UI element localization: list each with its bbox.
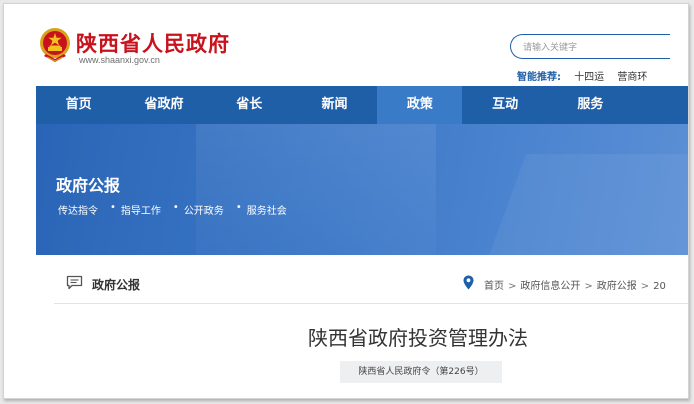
banner-title: 政府公报: [56, 176, 121, 195]
bullet-dot: •: [110, 202, 116, 213]
banner-link: 公开政务: [183, 206, 224, 217]
breadcrumb-separator: >: [640, 281, 650, 292]
site-title[interactable]: 陕西省人民政府: [76, 28, 230, 58]
banner-link: 服务社会: [246, 206, 287, 217]
nav-item-governor[interactable]: 省长: [207, 86, 292, 124]
breadcrumb-bar: 政府公报 首页 > 政府信息公开 > 政府公报 >20: [54, 262, 688, 304]
bullet-dot: •: [235, 202, 242, 213]
breadcrumb-link[interactable]: 政府信息公开: [520, 281, 580, 292]
smart-recommend: 智能推荐: 十四运 营商环: [517, 68, 647, 83]
nav-item-service[interactable]: 服务: [548, 86, 633, 124]
nav-item-government[interactable]: 省政府: [121, 86, 206, 124]
main-nav: 首页 省政府 省长 新闻 政策 互动 服务: [36, 86, 688, 124]
breadcrumb-separator: >: [584, 281, 593, 292]
banner-links: 传达指令 • 指导工作 • 公开政务 • 服务社会: [58, 202, 299, 217]
search-input[interactable]: [523, 37, 663, 59]
banner-link: 指导工作: [120, 206, 161, 217]
browser-viewport: 陕西省人民政府 www.shaanxi.gov.cn 智能推荐: 十四运 营商环…: [3, 3, 689, 399]
smart-recommend-label: 智能推荐:: [517, 72, 561, 83]
breadcrumb-link[interactable]: 20: [653, 281, 666, 292]
site-header: 陕西省人民政府 www.shaanxi.gov.cn 智能推荐: 十四运 营商环: [4, 4, 688, 86]
article-title: 陕西省政府投资管理办法: [308, 326, 528, 350]
bullet-dot: •: [172, 202, 179, 213]
section-banner: 政府公报 传达指令 • 指导工作 • 公开政务 • 服务社会: [36, 124, 688, 255]
breadcrumb-separator: >: [508, 281, 517, 292]
nav-item-interaction[interactable]: 互动: [462, 86, 547, 124]
location-pin-icon: [463, 275, 474, 290]
breadcrumb: 首页 > 政府信息公开 > 政府公报 >20: [484, 277, 666, 292]
message-icon: [66, 275, 83, 290]
national-emblem-icon[interactable]: [38, 26, 72, 64]
nav-item-policy[interactable]: 政策: [377, 86, 463, 124]
site-url: www.shaanxi.gov.cn: [79, 55, 160, 65]
banner-link: 传达指令: [58, 206, 98, 217]
smart-recommend-tag[interactable]: 十四运: [574, 72, 604, 83]
smart-recommend-tag[interactable]: 营商环: [617, 72, 647, 83]
banner-decoration: [485, 154, 688, 255]
breadcrumb-link[interactable]: 政府公报: [597, 281, 637, 292]
search-box: [510, 34, 670, 59]
nav-item-news[interactable]: 新闻: [292, 86, 377, 124]
section-title: 政府公报: [92, 278, 141, 292]
breadcrumb-link[interactable]: 首页: [484, 281, 504, 292]
decree-number: 陕西省人民政府令（第226号）: [340, 361, 502, 383]
nav-item-home[interactable]: 首页: [36, 86, 121, 124]
banner-decoration: [196, 124, 436, 255]
